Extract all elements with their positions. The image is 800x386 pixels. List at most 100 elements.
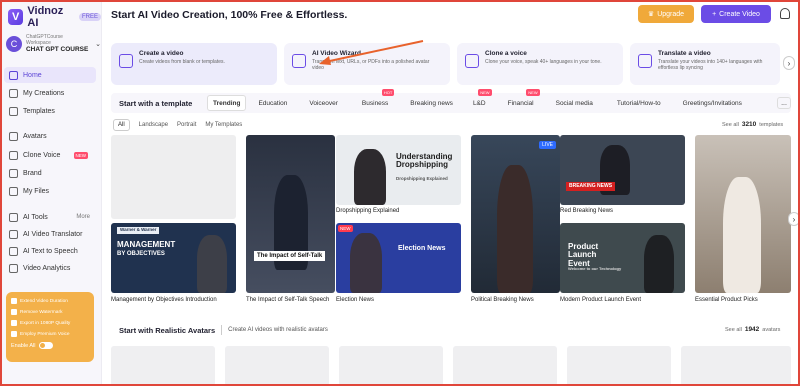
- sidebar-item-label: Templates: [23, 107, 55, 115]
- clone-voice-card[interactable]: Clone a voice Clone your voice, speak 40+…: [457, 43, 623, 85]
- enable-all-toggle[interactable]: [39, 342, 54, 349]
- divider: [221, 325, 223, 335]
- avatar-figure: [350, 233, 382, 293]
- template-section-title: Start with a template: [119, 98, 193, 108]
- tab-business[interactable]: Business HOT: [362, 89, 395, 111]
- sidebar: V Vidnoz AI FREE C ChatGPTCourse Workspa…: [0, 0, 102, 386]
- sidebar-item-ai-text-to-speech[interactable]: AI Text to Speech: [4, 243, 96, 259]
- check-icon: [11, 320, 17, 326]
- avatar-icon: [9, 131, 18, 141]
- template-card[interactable]: Understanding Dropshipping Dropshipping …: [336, 135, 461, 205]
- avatar-figure: [354, 149, 386, 205]
- upgrade-button[interactable]: ♛ Upgrade: [638, 5, 694, 23]
- page-title: Start AI Video Creation, 100% Free & Eff…: [111, 9, 348, 21]
- tab-voiceover[interactable]: Voiceover: [309, 95, 338, 111]
- tab-trending[interactable]: Trending: [207, 95, 247, 111]
- brand-logo[interactable]: V Vidnoz AI FREE: [8, 5, 101, 29]
- template-card[interactable]: Product Launch Event Welcome to our Tech…: [560, 223, 685, 293]
- voice-icon: [9, 150, 18, 160]
- template-caption: Red Breaking News: [560, 208, 614, 214]
- tab-tutorial[interactable]: Tutorial/How-to: [617, 95, 661, 111]
- chevron-right-icon[interactable]: ›: [783, 56, 795, 70]
- sidebar-item-avatars[interactable]: Avatars: [4, 128, 96, 144]
- speech-icon: [9, 246, 18, 256]
- tool-title: Translate a video: [658, 50, 711, 57]
- template-card[interactable]: NEW Election News: [336, 223, 461, 293]
- crown-icon: ♛: [647, 11, 655, 18]
- template-caption: The Impact of Self-Talk Speech: [246, 297, 330, 303]
- filter-portrait[interactable]: Portrait: [177, 122, 196, 128]
- sidebar-item-label: Avatars: [23, 132, 47, 140]
- annotation-arrow: [319, 40, 424, 65]
- chevron-down-icon: ⌄: [95, 40, 101, 48]
- sidebar-item-my-creations[interactable]: My Creations: [4, 85, 96, 101]
- avatar-card[interactable]: [339, 346, 443, 386]
- sidebar-item-clone-voice[interactable]: Clone Voice NEW: [4, 147, 96, 163]
- home-icon: [9, 70, 18, 80]
- translate-video-card[interactable]: Translate a video Translate your videos i…: [630, 43, 780, 85]
- template-caption: Dropshipping Explained: [336, 208, 400, 214]
- tab-social-media[interactable]: Social media: [556, 95, 593, 111]
- filter-all[interactable]: All: [113, 119, 130, 131]
- sidebar-item-label: AI Video Translator: [23, 230, 83, 238]
- see-all-templates-link[interactable]: See all 3210 templates: [722, 121, 783, 128]
- create-video-icon: [119, 54, 133, 68]
- template-card[interactable]: BREAKING NEWS: [560, 135, 685, 205]
- sidebar-item-label: My Creations: [23, 89, 65, 97]
- tool-title: Clone a voice: [485, 50, 527, 57]
- plus-icon: +: [712, 10, 717, 18]
- avatar-card[interactable]: [225, 346, 329, 386]
- premium-promo-card[interactable]: Extend Video Duration Remove Watermark E…: [6, 292, 94, 362]
- clone-voice-icon: [465, 54, 479, 68]
- sidebar-item-label: Brand: [23, 169, 42, 177]
- tab-financial[interactable]: Financial NEW: [508, 89, 540, 111]
- template-filters: All Landscape Portrait My Templates: [113, 119, 242, 131]
- new-badge: NEW: [526, 89, 540, 96]
- avatar-card[interactable]: [453, 346, 557, 386]
- tool-desc: Create videos from blank or templates.: [139, 59, 225, 65]
- sidebar-item-label: Clone Voice: [23, 151, 61, 159]
- tab-education[interactable]: Education: [258, 95, 287, 111]
- template-caption: Election News: [336, 297, 375, 303]
- wizard-icon: [292, 54, 306, 68]
- sidebar-item-brand[interactable]: Brand: [4, 165, 96, 181]
- template-card-placeholder[interactable]: [111, 135, 236, 219]
- workspace-switcher[interactable]: C ChatGPTCourse Workspace CHAT GPT COURS…: [6, 34, 101, 53]
- avatar-card[interactable]: [567, 346, 671, 386]
- template-card[interactable]: [695, 135, 791, 293]
- folder-icon: [9, 88, 18, 98]
- sidebar-item-templates[interactable]: Templates: [4, 103, 96, 119]
- enable-all-label: Enable All: [11, 342, 36, 349]
- sidebar-item-my-files[interactable]: My Files: [4, 183, 96, 199]
- template-card[interactable]: The Impact of Self-Talk: [246, 135, 335, 293]
- sidebar-item-ai-tools[interactable]: AI Tools More: [4, 209, 96, 225]
- file-icon: [9, 186, 18, 196]
- filter-my-templates[interactable]: My Templates: [205, 122, 242, 128]
- create-video-card[interactable]: Create a video Create videos from blank o…: [111, 43, 277, 85]
- sidebar-item-label: My Files: [23, 187, 50, 195]
- avatars-section-header: Start with Realistic Avatars Create AI v…: [111, 322, 791, 338]
- chevron-right-icon[interactable]: ›: [788, 212, 800, 226]
- promo-item: Remove Watermark: [11, 309, 89, 315]
- sidebar-item-ai-video-translator[interactable]: AI Video Translator: [4, 226, 96, 242]
- check-icon: [11, 309, 17, 315]
- filter-landscape[interactable]: Landscape: [139, 122, 168, 128]
- more-categories-button[interactable]: ...: [777, 97, 791, 109]
- sidebar-item-home[interactable]: Home: [4, 67, 96, 83]
- sidebar-item-video-analytics[interactable]: Video Analytics: [4, 260, 96, 276]
- tab-greetings[interactable]: Greetings/Invitations: [683, 95, 742, 111]
- tab-l-and-d[interactable]: L&D NEW: [473, 89, 492, 111]
- tab-breaking-news[interactable]: Breaking news: [410, 95, 453, 111]
- see-all-avatars-link[interactable]: See all 1942 avatars: [725, 326, 780, 333]
- template-card[interactable]: LIVE: [471, 135, 560, 293]
- more-link[interactable]: More: [76, 214, 90, 220]
- translate-video-icon: [638, 54, 652, 68]
- create-video-button[interactable]: + Create Video: [701, 5, 771, 23]
- template-card[interactable]: Warner & Warner MANAGEMENT BY OBJECTIVES: [111, 223, 236, 293]
- bell-icon[interactable]: [780, 8, 790, 19]
- template-caption: Political Breaking News: [471, 297, 534, 303]
- avatar-card[interactable]: [111, 346, 215, 386]
- live-badge: LIVE: [539, 141, 556, 149]
- avatar-card[interactable]: [681, 346, 791, 386]
- sidebar-item-label: Home: [23, 71, 42, 79]
